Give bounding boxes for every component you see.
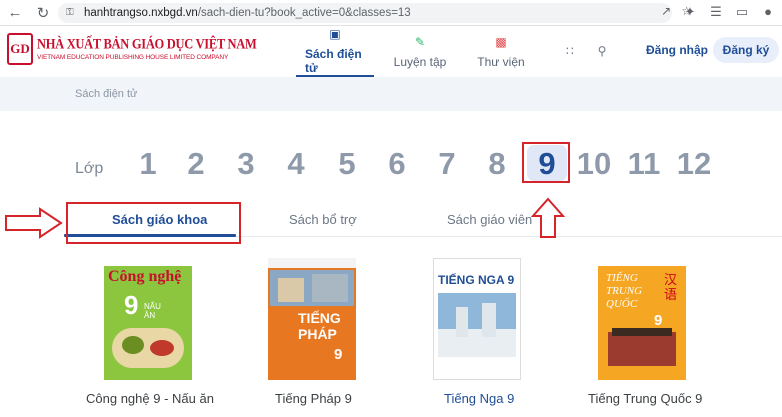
site-header: GD NHÀ XUẤT BẢN GIÁO DỤC VIỆT NAM VIETNA…	[0, 26, 782, 77]
media-icon[interactable]: ☰	[708, 4, 724, 20]
login-button[interactable]: Đăng nhập	[646, 43, 708, 57]
cover-photo-roof	[612, 328, 672, 336]
url-path: /sach-dien-tu?book_active=0&classes=13	[197, 7, 411, 19]
grade-label: Lớp	[75, 160, 104, 177]
cover-number: 9	[124, 290, 139, 320]
grade-3[interactable]: 3	[226, 146, 266, 182]
book-cover-tieng-nga[interactable]: TIẾNG NGA 9	[433, 258, 521, 380]
browser-toolbar: ← ↻ ⚿ hanhtrangso.nxbgd.vn /sach-dien-tu…	[0, 0, 782, 26]
grade-2[interactable]: 2	[176, 146, 216, 182]
up-arrow-annotation	[531, 197, 565, 238]
cover-title: TIẾNG NGA 9	[438, 273, 515, 287]
tab-sach-giao-vien[interactable]: Sách giáo viên	[447, 212, 532, 227]
profile-icon[interactable]: ●	[760, 4, 776, 20]
url-host: hanhtrangso.nxbgd.vn	[84, 7, 198, 19]
tab-label: Sách điện tử	[305, 46, 362, 75]
cover-title: TIẾNG TRUNG QUỐC	[606, 272, 643, 310]
cover-photo-snow	[438, 329, 516, 357]
cover-photo	[608, 332, 676, 366]
cover-number: 9	[654, 312, 663, 329]
book-cover-tieng-phap[interactable]: TIẾNG PHÁP 9	[268, 258, 356, 380]
annotation-box-tab	[66, 202, 241, 244]
logo-mark: GD	[7, 33, 33, 65]
address-bar[interactable]: ⚿ hanhtrangso.nxbgd.vn /sach-dien-tu?boo…	[58, 3, 672, 23]
book-icon: ▣	[329, 26, 341, 41]
cover-title: Công nghệ	[108, 268, 182, 285]
grade-7[interactable]: 7	[427, 146, 467, 182]
grade-4[interactable]: 4	[276, 146, 316, 182]
main-nav: ▣ Sách điện tử ✎ Luyện tập ▩ Thư viện	[296, 26, 536, 77]
grade-6[interactable]: 6	[377, 146, 417, 182]
food-decoration	[122, 336, 144, 354]
register-button[interactable]: Đăng ký	[713, 37, 779, 63]
grade-10[interactable]: 10	[574, 146, 614, 182]
reload-icon[interactable]: ↻	[32, 2, 54, 24]
cover-photo-building	[278, 278, 304, 302]
grade-1[interactable]: 1	[128, 146, 168, 182]
sidepanel-icon[interactable]: ▭	[734, 4, 750, 20]
tab-sach-bo-tro[interactable]: Sách bổ trợ	[289, 212, 357, 227]
grade-8[interactable]: 8	[477, 146, 517, 182]
book-cover-cong-nghe[interactable]: Công nghệ 9 NẤU ĂN	[104, 258, 192, 380]
cover-photo-building	[312, 274, 348, 302]
cover-photo-tree	[456, 307, 468, 337]
cover-photo-tree	[482, 303, 496, 337]
library-icon: ▩	[495, 34, 507, 49]
extensions-icon[interactable]: ✦	[682, 4, 698, 20]
search-icon[interactable]: ⚲	[598, 44, 607, 58]
breadcrumb-item[interactable]: Sách điện tử	[75, 88, 137, 100]
breadcrumb: Sách điện tử	[0, 77, 782, 111]
logo-title: NHÀ XUẤT BẢN GIÁO DỤC VIỆT NAM	[37, 35, 257, 52]
book-title[interactable]: Công nghệ 9 - Nấu ăn	[86, 391, 214, 406]
back-icon[interactable]: ←	[4, 2, 26, 24]
logo[interactable]: GD NHÀ XUẤT BẢN GIÁO DỤC VIỆT NAM VIETNA…	[7, 33, 257, 65]
lock-icon: ⚿	[66, 7, 74, 18]
tab-label: Luyện tập	[393, 54, 447, 69]
cover-number: 9	[334, 346, 343, 363]
cover-title: TIẾNG PHÁP	[298, 310, 341, 342]
cover-chinese: 汉语	[664, 272, 678, 302]
apps-grid-icon[interactable]: ∷	[566, 44, 574, 58]
grade-11[interactable]: 11	[624, 146, 664, 182]
right-arrow-annotation	[5, 207, 63, 239]
book-title[interactable]: Tiếng Pháp 9	[275, 391, 352, 406]
grade-selector: Lớp 1 2 3 4 5 6 7 8 9 10 11 12	[0, 145, 782, 189]
annotation-box-grade	[522, 142, 570, 183]
tab-luyen-tap[interactable]: ✎ Luyện tập	[381, 26, 459, 77]
pencil-icon: ✎	[414, 34, 426, 49]
grade-5[interactable]: 5	[327, 146, 367, 182]
food-decoration	[150, 340, 174, 356]
share-icon[interactable]: ↗	[661, 4, 671, 18]
tab-thu-vien[interactable]: ▩ Thư viện	[466, 26, 536, 77]
book-cover-tieng-trung[interactable]: TIẾNG TRUNG QUỐC 汉语 9	[598, 258, 686, 380]
tab-label: Thư viện	[477, 54, 525, 69]
book-title[interactable]: Tiếng Trung Quốc 9	[588, 391, 702, 406]
book-title[interactable]: Tiếng Nga 9	[444, 391, 514, 406]
tab-sach-dien-tu[interactable]: ▣ Sách điện tử	[296, 26, 374, 77]
cover-subtitle: NẤU ĂN	[144, 302, 161, 320]
logo-subtitle: VIETNAM EDUCATION PUBLISHING HOUSE LIMIT…	[37, 54, 229, 61]
grade-12[interactable]: 12	[674, 146, 714, 182]
